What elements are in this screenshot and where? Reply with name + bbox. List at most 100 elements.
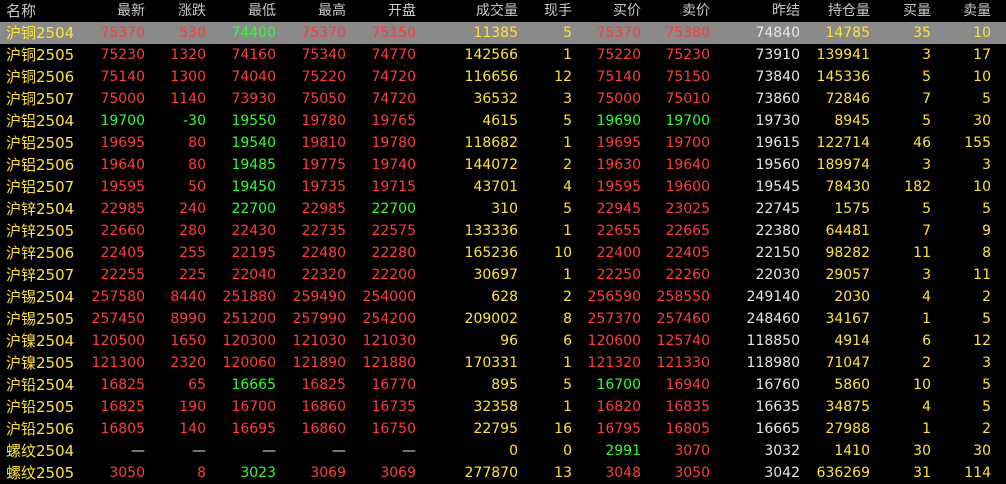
header-change[interactable]: 涨跌 — [178, 0, 206, 22]
cell-prev-settle: 19545 — [755, 179, 800, 195]
cell-change: 2320 — [170, 355, 206, 371]
cell-open-interest: 34167 — [825, 311, 870, 327]
cell-last-price: 120500 — [91, 333, 145, 349]
cell-bid-volume: 46 — [913, 135, 931, 151]
quote-row[interactable]: 沪锌2506 22405 255 22195 22480 22280 165236 10 224… — [0, 242, 1006, 264]
cell-current-hand: 16 — [554, 421, 572, 437]
cell-open: 19740 — [371, 157, 416, 173]
cell-change: 140 — [179, 421, 206, 437]
header-high[interactable]: 最高 — [318, 0, 346, 22]
cell-bid-volume: 5 — [922, 69, 931, 85]
cell-ask-price: 22260 — [665, 267, 710, 283]
cell-ask-volume: 114 — [964, 465, 991, 481]
quote-row[interactable]: 沪铝2504 19700 -30 19550 19780 19765 4615 5 19690 1… — [0, 110, 1006, 132]
header-prev-settle[interactable]: 昨结 — [772, 0, 800, 22]
cell-low: 19540 — [231, 135, 276, 151]
cell-ask-price: 258550 — [656, 289, 710, 305]
header-ask-volume[interactable]: 卖量 — [963, 0, 991, 22]
header-current-hand[interactable]: 现手 — [544, 0, 572, 22]
cell-prev-settle: 16665 — [755, 421, 800, 437]
header-ask-price[interactable]: 卖价 — [682, 0, 710, 22]
header-open-interest[interactable]: 持仓量 — [828, 0, 870, 22]
cell-bid-volume: 1 — [922, 421, 931, 437]
header-bid-volume[interactable]: 买量 — [903, 0, 931, 22]
cell-bid-volume: 4 — [922, 399, 931, 415]
quote-row[interactable]: 沪镍2505 121300 2320 120060 121890 121880 170331… — [0, 352, 1006, 374]
cell-prev-settle: 19730 — [755, 113, 800, 129]
cell-open: 74720 — [371, 91, 416, 107]
quote-row[interactable]: 沪铝2505 19695 80 19540 19810 19780 118682 1 19695… — [0, 132, 1006, 154]
quote-row[interactable]: 沪铜2507 75000 1140 73930 75050 74720 36532 3 7500… — [0, 88, 1006, 110]
quote-row[interactable]: 沪锡2504 257580 8440 251880 259490 254000 628 2 25… — [0, 286, 1006, 308]
cell-current-hand: 8 — [563, 311, 572, 327]
cell-ask-price: 23025 — [665, 201, 710, 217]
cell-bid-volume: 4 — [922, 289, 931, 305]
header-low[interactable]: 最低 — [248, 0, 276, 22]
quote-row[interactable]: 沪铜2506 75140 1300 74040 75220 74720 116656 12 75… — [0, 66, 1006, 88]
cell-ask-volume: 5 — [982, 311, 991, 327]
cell-ask-volume: 155 — [964, 135, 991, 151]
quote-row[interactable]: 螺纹2504 — — — — — 0 0 2991 3070 3032 1410 30 30 — [0, 440, 1006, 462]
cell-bid-price: 22400 — [596, 245, 641, 261]
cell-change: 190 — [179, 399, 206, 415]
cell-bid-price: 257370 — [587, 311, 641, 327]
quote-row[interactable]: 沪锡2505 257450 8990 251200 257990 254200 209002… — [0, 308, 1006, 330]
cell-name: 沪铝2505 — [6, 134, 75, 152]
cell-bid-price: 16700 — [596, 377, 641, 393]
quote-row[interactable]: 沪锌2507 22255 225 22040 22320 22200 30697 1 22250… — [0, 264, 1006, 286]
cell-current-hand: 6 — [563, 333, 572, 349]
cell-open: 22280 — [371, 245, 416, 261]
quote-row[interactable]: 沪铅2505 16825 190 16700 16860 16735 32358 1 16820… — [0, 396, 1006, 418]
quote-row[interactable]: 沪铜2504 75370 530 74400 75370 75150 11385 5 75370… — [0, 22, 1006, 44]
quote-row[interactable]: 螺纹2505 3050 8 3023 3069 3069 277870 13 3048 3050 3… — [0, 462, 1006, 484]
cell-prev-settle: 16760 — [755, 377, 800, 393]
cell-open: — — [402, 443, 416, 459]
cell-last-price: 19595 — [100, 179, 145, 195]
cell-current-hand: 2 — [563, 157, 572, 173]
quote-row[interactable]: 沪镍2504 120500 1650 120300 121030 121030 96 6 120… — [0, 330, 1006, 352]
cell-open: 121880 — [362, 355, 416, 371]
quote-row[interactable]: 沪铅2506 16805 140 16695 16860 16750 22795 16 1679… — [0, 418, 1006, 440]
cell-open-interest: 1410 — [834, 443, 870, 459]
cell-open-interest: 2030 — [834, 289, 870, 305]
cell-current-hand: 5 — [563, 25, 572, 41]
cell-low: 16665 — [231, 377, 276, 393]
cell-open-interest: 122714 — [816, 135, 870, 151]
header-open[interactable]: 开盘 — [388, 0, 416, 22]
cell-name: 沪铜2507 — [6, 90, 75, 108]
cell-bid-price: 22250 — [596, 267, 641, 283]
cell-change: 65 — [188, 377, 206, 393]
cell-low: 120060 — [222, 355, 276, 371]
cell-open-interest: 14785 — [825, 25, 870, 41]
cell-volume: 22795 — [473, 421, 518, 437]
header-last-price[interactable]: 最新 — [117, 0, 145, 22]
header-name[interactable]: 名称 — [6, 0, 36, 22]
cell-change: 1650 — [170, 333, 206, 349]
cell-name: 沪铝2506 — [6, 156, 75, 174]
cell-high: 257990 — [292, 311, 346, 327]
cell-volume: 116656 — [464, 69, 518, 85]
cell-volume: 36532 — [473, 91, 518, 107]
cell-high: 19780 — [301, 113, 346, 129]
cell-ask-volume: 10 — [973, 25, 991, 41]
cell-open: 3069 — [380, 465, 416, 481]
cell-open-interest: 8945 — [834, 113, 870, 129]
header-bid-price[interactable]: 买价 — [613, 0, 641, 22]
cell-change: 225 — [179, 267, 206, 283]
cell-ask-volume: 10 — [973, 179, 991, 195]
quote-row[interactable]: 沪铜2505 75230 1320 74160 75340 74770 142566 1 752… — [0, 44, 1006, 66]
quote-row[interactable]: 沪铅2504 16825 65 16665 16825 16770 895 5 16700 169… — [0, 374, 1006, 396]
quote-row[interactable]: 沪铝2506 19640 80 19485 19775 19740 144072 2 19630… — [0, 154, 1006, 176]
cell-last-price: 75000 — [100, 91, 145, 107]
quote-row[interactable]: 沪铝2507 19595 50 19450 19735 19715 43701 4 19595 1… — [0, 176, 1006, 198]
quote-row[interactable]: 沪锌2504 22985 240 22700 22985 22700 310 5 22945 23… — [0, 198, 1006, 220]
cell-last-price: 121300 — [91, 355, 145, 371]
cell-high: 121030 — [292, 333, 346, 349]
cell-name: 沪锌2507 — [6, 266, 75, 284]
header-volume[interactable]: 成交量 — [476, 0, 518, 22]
cell-prev-settle: 3042 — [764, 465, 800, 481]
cell-change: 8990 — [170, 311, 206, 327]
cell-high: 22985 — [301, 201, 346, 217]
quote-row[interactable]: 沪锌2505 22660 280 22430 22735 22575 133336 1 2265… — [0, 220, 1006, 242]
cell-last-price: 75140 — [100, 69, 145, 85]
